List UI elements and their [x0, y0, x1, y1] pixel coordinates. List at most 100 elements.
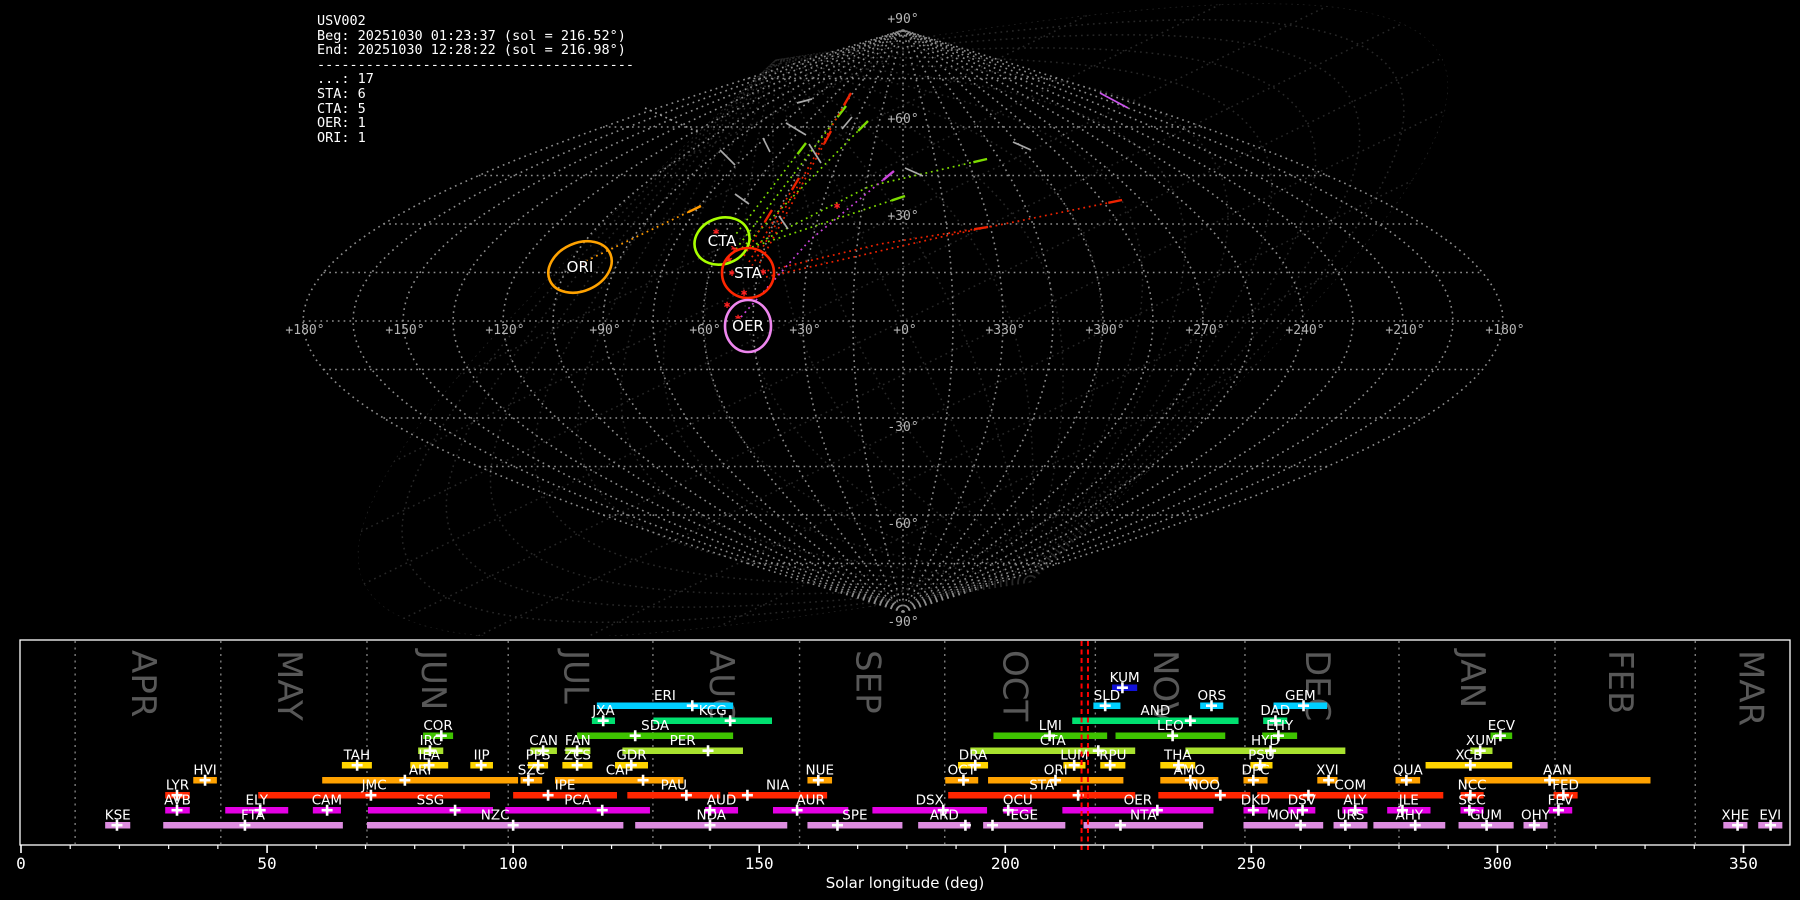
shower-row-kse: KSE	[105, 808, 131, 831]
shower-row-zcs: ZCS	[562, 748, 593, 771]
shower-code-label: OHY	[1521, 808, 1551, 824]
shower-row-dkd: DKD	[1241, 793, 1270, 816]
meteor-trail	[785, 122, 807, 136]
shower-row-szc: SZC	[518, 763, 545, 786]
shower-code-label: ECV	[1488, 718, 1516, 734]
shower-row-qua: QUA	[1393, 763, 1424, 786]
shower-code-label: XHE	[1721, 808, 1749, 824]
shower-code-label: SCC	[1458, 793, 1485, 809]
shower-row-evi: EVI	[1758, 808, 1783, 831]
peak-marker	[986, 819, 998, 831]
meteor-trail-head	[763, 209, 774, 223]
meteor-trail	[740, 170, 895, 318]
peak-marker	[596, 804, 608, 816]
shower-code-label: FED	[1552, 778, 1579, 794]
peak-marker	[959, 819, 971, 831]
shower-code-label: AUR	[796, 793, 825, 809]
axis-tick-label: 200	[991, 854, 1020, 873]
shower-code-label: URS	[1337, 808, 1365, 824]
shower-row-fev: FEV	[1548, 793, 1574, 816]
radiant-label-ori: ORI	[567, 258, 594, 276]
shower-code-label: NDA	[696, 808, 726, 824]
longitude-label: +150°	[385, 323, 424, 338]
shower-code-label: AAN	[1543, 763, 1572, 779]
month-label: MAR	[1730, 650, 1770, 726]
longitude-label: +120°	[485, 323, 524, 338]
shower-code-label: NCC	[1458, 778, 1487, 794]
info-line: ...: 17	[317, 71, 374, 88]
shower-row-oct: OCT	[945, 763, 979, 786]
shower-code-label: OER	[1124, 793, 1153, 809]
shower-code-label: NIA	[766, 778, 790, 794]
shower-code-label: DRA	[959, 748, 988, 764]
month-label: JAN	[1452, 648, 1492, 708]
axis-tick-label: 100	[499, 854, 528, 873]
shower-row-xhe: XHE	[1721, 808, 1749, 831]
radiant-label-sta: STA	[734, 264, 763, 282]
shower-code-label: ERI	[654, 688, 676, 704]
longitude-label: +270°	[1185, 323, 1224, 338]
shower-row-ohy: OHY	[1521, 808, 1551, 831]
meteor-trail	[719, 149, 736, 166]
month-label: MAY	[269, 650, 309, 721]
axis-tick-label: 250	[1237, 854, 1266, 873]
shower-row-cam: CAM	[312, 793, 342, 816]
peak-marker	[629, 730, 641, 742]
shower-code-label: LEO	[1157, 718, 1184, 734]
peak-marker	[741, 789, 753, 801]
peak-marker	[542, 789, 554, 801]
info-line: OER: 1	[317, 115, 366, 132]
shower-activity-timeline: Solar longitude (deg) APR MAY JUN JUL AUG SEP…	[16, 639, 1791, 892]
shower-row-tah: TAH	[341, 748, 372, 771]
shower-code-label: SSG	[417, 793, 445, 809]
shower-row-xcb: XCB	[1425, 748, 1513, 771]
radiant-label-oer: OER	[732, 317, 764, 335]
info-line: CTA: 5	[317, 100, 366, 117]
latitude-label: +90°	[887, 12, 918, 27]
meteor-trail	[644, 107, 701, 134]
radiant-sky-map: +90° +60° +30° -30° -60° -90° +180° +150° +120° +…	[285, 2, 1525, 636]
longitude-label: +300°	[1085, 323, 1124, 338]
month-label: JUN	[413, 648, 453, 710]
shower-code-label: DPC	[1242, 763, 1270, 779]
shower-row-ege: EGE	[983, 808, 1066, 831]
shower-code-label: SLD	[1094, 688, 1121, 704]
latitude-label: -60°	[887, 517, 918, 532]
shower-code-label: EGE	[1010, 808, 1038, 824]
radiant-point-marker: ✱	[834, 199, 841, 212]
meteor-monitor-screen: +90° +60° +30° -30° -60° -90° +180° +150° +120° +…	[0, 0, 1800, 900]
shower-row-iip: IIP	[470, 748, 493, 771]
shower-row-jxa: JXA	[591, 703, 615, 727]
shower-code-label: XCB	[1455, 748, 1482, 764]
meteor-trail-head	[973, 157, 988, 164]
month-label: OCT	[995, 650, 1035, 722]
shower-code-label: EHY	[1266, 718, 1294, 734]
meteor-trail	[762, 137, 771, 153]
shower-code-label: QUA	[1393, 763, 1424, 779]
axis-tick-label: 0	[16, 854, 26, 873]
shower-code-label: JMC	[361, 778, 387, 794]
shower-code-label: FEV	[1548, 793, 1574, 809]
axis-tick-label: 300	[1483, 854, 1512, 873]
shower-code-label: JLE	[1398, 793, 1419, 809]
shower-code-label: NUE	[805, 763, 834, 779]
shower-code-label: ARI	[409, 763, 432, 779]
peak-marker	[1114, 819, 1126, 831]
shower-code-label: KUM	[1110, 670, 1140, 686]
shower-code-label: SZC	[518, 763, 545, 779]
info-line: USV002	[317, 13, 366, 29]
month-label: SEP	[847, 650, 887, 714]
meteor-trail	[751, 195, 906, 248]
shower-code-label: DSX	[916, 793, 944, 809]
shower-row-sld: SLD	[1093, 688, 1121, 712]
shower-code-label: STA	[1029, 778, 1055, 794]
shower-row-urs: URS	[1333, 808, 1368, 831]
shower-code-label: AHY	[1396, 808, 1424, 824]
longitude-label: +180°	[1485, 323, 1524, 338]
month-label: JUL	[556, 648, 596, 704]
shower-code-label: GEM	[1285, 688, 1316, 704]
shower-row-nda: NDA	[635, 808, 788, 831]
shower-code-label: ELY	[245, 793, 268, 809]
observation-info-block: USV002 Beg: 20251030 01:23:37 (sol = 216.…	[317, 14, 634, 145]
axis-tick-label: 150	[745, 854, 774, 873]
